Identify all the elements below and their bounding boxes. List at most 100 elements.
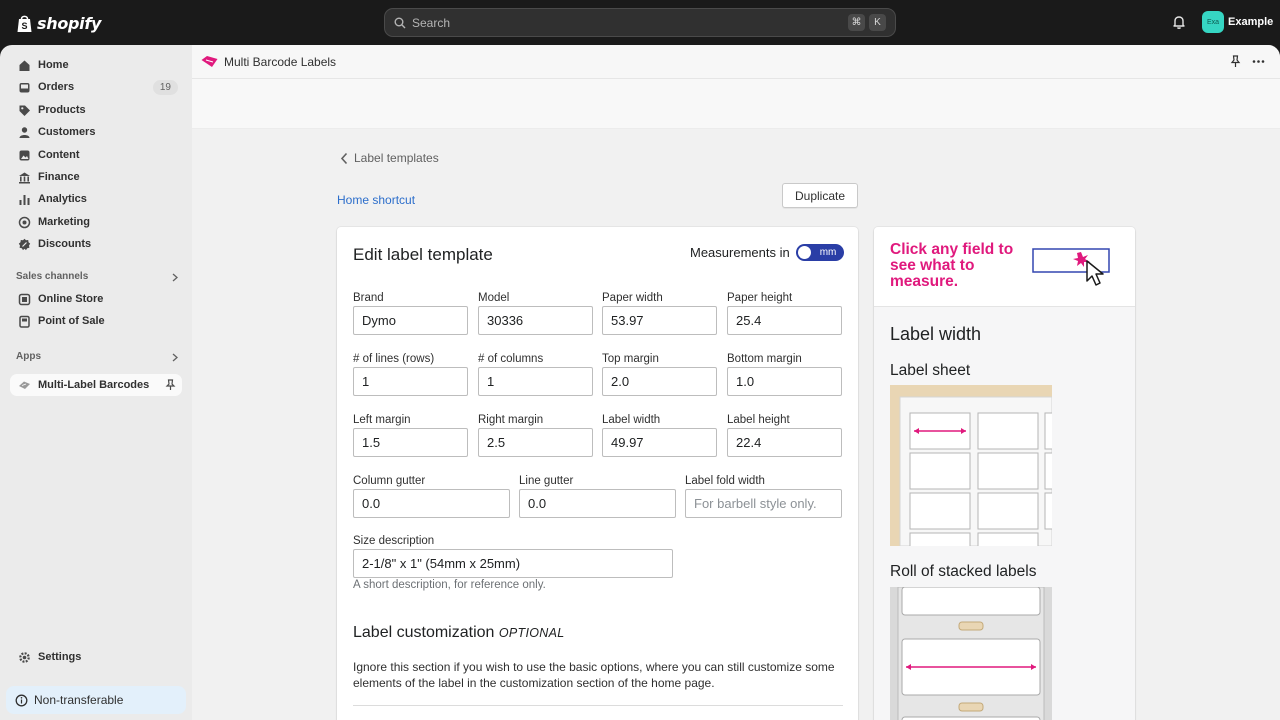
paper-width-field[interactable]: 53.97 xyxy=(602,306,717,335)
column-gutter-field[interactable]: 0.0 xyxy=(353,489,510,518)
unit-label: mm xyxy=(819,247,837,258)
sidebar-item-customers[interactable]: Customers xyxy=(10,121,182,143)
apps-title: Apps xyxy=(16,351,41,362)
top-margin-field[interactable]: 2.0 xyxy=(602,367,717,396)
chevron-right-icon xyxy=(172,353,178,362)
size-description-label: Size description xyxy=(353,535,435,547)
sidebar-item-analytics[interactable]: Analytics xyxy=(10,188,182,210)
sales-channels-title: Sales channels xyxy=(16,271,89,282)
sidebar-item-online-store[interactable]: Online Store xyxy=(10,288,182,310)
person-icon xyxy=(19,126,30,138)
store-avatar[interactable]: Exa xyxy=(1202,11,1224,33)
sidebar-item-marketing[interactable]: Marketing xyxy=(10,211,182,233)
card-title: Edit label template xyxy=(353,245,493,264)
label-width-field[interactable]: 49.97 xyxy=(602,428,717,457)
main-area: Multi Barcode Labels Label templates Hom… xyxy=(192,45,1280,720)
columns-field[interactable]: 1 xyxy=(478,367,593,396)
sidebar-item-home[interactable]: Home xyxy=(10,54,182,76)
toggle-knob xyxy=(797,246,811,259)
sidebar-item-discounts[interactable]: Discounts xyxy=(10,233,182,255)
edit-template-card: Edit label template Measurements in mm B… xyxy=(337,227,858,720)
tag-icon xyxy=(19,105,30,116)
pin-icon[interactable] xyxy=(1230,55,1241,68)
roll-labels-title: Roll of stacked labels xyxy=(890,563,1037,580)
search-placeholder: Search xyxy=(412,15,451,30)
duplicate-button[interactable]: Duplicate xyxy=(782,183,858,208)
chevron-right-icon xyxy=(172,273,178,282)
sidebar-item-orders[interactable]: Orders 19 xyxy=(10,76,182,98)
svg-text:S: S xyxy=(21,21,27,31)
sidebar-item-label: Marketing xyxy=(38,216,90,228)
command-key: ⌘ xyxy=(848,14,865,31)
columns-label: # of columns xyxy=(478,353,544,365)
left-margin-field[interactable]: 1.5 xyxy=(353,428,468,457)
store-name[interactable]: Example xyxy=(1228,16,1273,28)
non-transferable-notice[interactable]: Non-transferable xyxy=(6,686,186,714)
lines-field[interactable]: 1 xyxy=(353,367,468,396)
measurements-toggle-group: Measurements in mm xyxy=(690,244,844,261)
column-gutter-label: Column gutter xyxy=(353,475,426,487)
label-height-field[interactable]: 22.4 xyxy=(727,428,842,457)
search-icon xyxy=(394,17,406,28)
home-icon xyxy=(19,60,30,71)
sidebar-item-label: Multi-Label Barcodes xyxy=(38,379,150,391)
inbox-icon xyxy=(19,82,30,92)
bottom-margin-label: Bottom margin xyxy=(727,353,802,365)
left-margin-label: Left margin xyxy=(353,414,411,426)
customization-title: Label customization xyxy=(353,624,495,641)
fold-width-field[interactable]: For barbell style only. xyxy=(685,489,842,518)
apps-header[interactable]: Apps xyxy=(16,351,182,362)
hint-box: Click any field to see what to measure. xyxy=(874,227,1135,307)
customization-description: Ignore this section if you wish to use t… xyxy=(353,660,835,690)
brand-field[interactable]: Dymo xyxy=(353,306,468,335)
home-shortcut-link[interactable]: Home shortcut xyxy=(337,193,415,207)
discount-icon xyxy=(18,238,31,250)
size-description-field[interactable]: 2-1/8" x 1" (54mm x 25mm) xyxy=(353,549,673,578)
sidebar-item-label: Online Store xyxy=(38,293,104,305)
label-width-label: Label width xyxy=(602,414,661,426)
sidebar-item-point-of-sale[interactable]: Point of Sale xyxy=(10,310,182,332)
sidebar-item-label: Discounts xyxy=(38,238,92,250)
app-title-bar: Multi Barcode Labels xyxy=(192,45,1280,79)
back-link[interactable]: Label templates xyxy=(340,151,439,165)
sidebar-item-label: Analytics xyxy=(38,193,87,205)
sidebar-item-settings[interactable]: Settings xyxy=(10,646,182,668)
search-bar[interactable]: Search ⌘ K xyxy=(384,8,896,37)
bar-chart-icon xyxy=(19,194,30,205)
content-icon xyxy=(19,150,30,160)
size-description-help: A short description, for reference only. xyxy=(353,579,546,591)
back-link-label: Label templates xyxy=(354,151,439,165)
orders-count-badge: 19 xyxy=(152,79,178,95)
fold-width-label: Label fold width xyxy=(685,475,765,487)
app-icon xyxy=(19,381,30,389)
model-field[interactable]: 30336 xyxy=(478,306,593,335)
model-label: Model xyxy=(478,292,510,304)
sidebar-item-finance[interactable]: Finance xyxy=(10,166,182,188)
sidebar-item-label: Customers xyxy=(38,126,96,138)
sidebar-item-label: Settings xyxy=(38,651,82,663)
sidebar-item-content[interactable]: Content xyxy=(10,144,182,166)
paper-height-field[interactable]: 25.4 xyxy=(727,306,842,335)
more-options-icon[interactable] xyxy=(1252,55,1265,68)
label-sheet-illustration xyxy=(890,385,1052,546)
right-margin-field[interactable]: 2.5 xyxy=(478,428,593,457)
click-field-illustration xyxy=(1032,248,1110,286)
roll-labels-illustration xyxy=(890,587,1052,720)
header-band xyxy=(192,79,1280,129)
sidebar-item-label: Orders xyxy=(38,81,75,93)
line-gutter-field[interactable]: 0.0 xyxy=(519,489,676,518)
label-sheet-title: Label sheet xyxy=(890,362,971,379)
paper-height-label: Paper height xyxy=(727,292,793,304)
pin-icon[interactable] xyxy=(165,379,176,391)
info-icon xyxy=(15,694,28,706)
app-title: Multi Barcode Labels xyxy=(224,55,337,69)
top-margin-label: Top margin xyxy=(602,353,659,365)
unit-toggle[interactable]: mm xyxy=(795,244,844,261)
shopify-logo[interactable]: S shopify xyxy=(16,12,101,34)
sidebar-item-products[interactable]: Products xyxy=(10,99,182,121)
bottom-margin-field[interactable]: 1.0 xyxy=(727,367,842,396)
bank-icon xyxy=(19,172,30,183)
sidebar-item-multi-label-barcodes[interactable]: Multi-Label Barcodes xyxy=(10,374,182,396)
bell-icon[interactable] xyxy=(1170,13,1188,31)
sales-channels-header[interactable]: Sales channels xyxy=(16,271,182,282)
